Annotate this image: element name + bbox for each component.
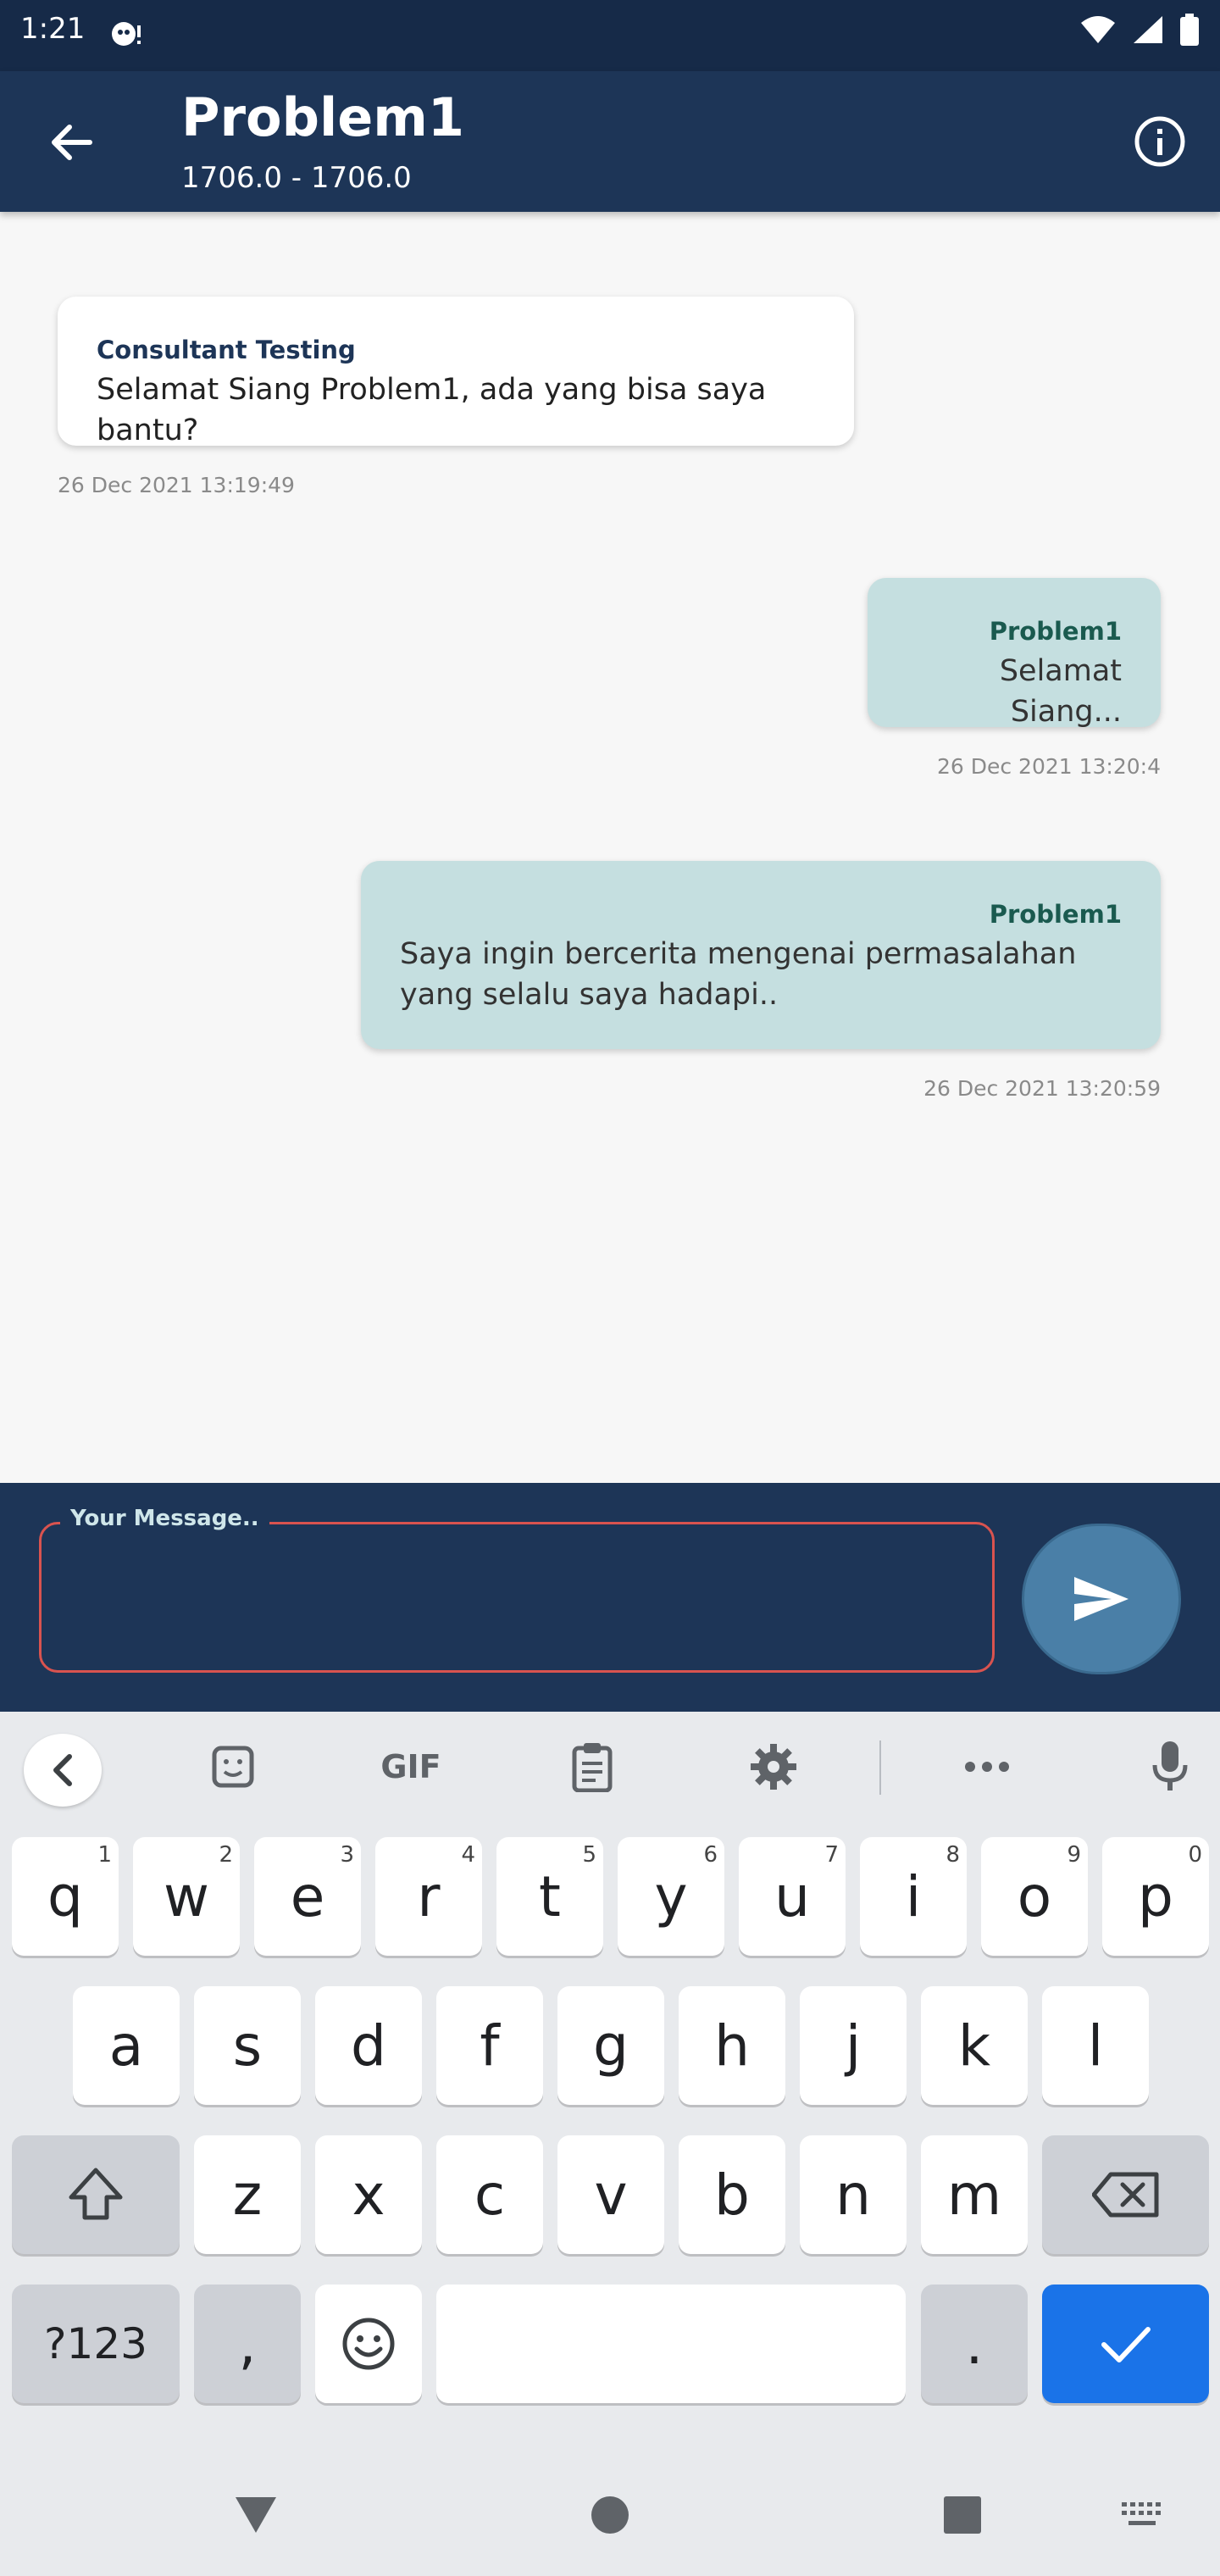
shift-arrow-icon <box>69 2168 123 2220</box>
chat-title: Problem1 <box>181 86 465 148</box>
key-x[interactable]: x <box>315 2135 422 2254</box>
gif-button[interactable]: GIF <box>373 1739 449 1795</box>
message-timestamp: 26 Dec 2021 13:20:59 <box>923 1076 1161 1101</box>
key-y[interactable]: y6 <box>618 1837 724 1956</box>
sticker-icon[interactable] <box>203 1739 263 1795</box>
send-icon <box>1074 1577 1128 1621</box>
symbols-key[interactable]: ?123 <box>12 2285 180 2403</box>
key-e[interactable]: e3 <box>254 1837 361 1956</box>
settings-gear-icon[interactable] <box>744 1739 803 1795</box>
key-j[interactable]: j <box>800 1986 907 2105</box>
nav-recents-square-icon[interactable] <box>935 2488 990 2542</box>
app-bar: Problem1 1706.0 - 1706.0 <box>0 71 1220 212</box>
info-icon[interactable] <box>1134 115 1186 168</box>
key-d[interactable]: d <box>315 1986 422 2105</box>
enter-key[interactable] <box>1042 2285 1209 2403</box>
chat-messages: Consultant Testing Selamat Siang Problem… <box>0 212 1220 1483</box>
nav-back-triangle-icon[interactable] <box>229 2488 283 2542</box>
status-bar: 1:21 <box>0 0 1220 71</box>
outgoing-message-bubble: Problem1 Selamat Siang... <box>868 578 1161 729</box>
battery-icon <box>1179 14 1200 49</box>
nav-home-circle-icon[interactable] <box>583 2488 637 2542</box>
message-timestamp: 26 Dec 2021 13:19:49 <box>58 473 295 497</box>
status-time: 1:21 <box>20 12 86 46</box>
checkmark-icon <box>1101 2327 1151 2362</box>
key-w[interactable]: w2 <box>133 1837 240 1956</box>
key-g[interactable]: g <box>557 1986 664 2105</box>
key-a[interactable]: a <box>73 1986 180 2105</box>
key-k[interactable]: k <box>921 1986 1028 2105</box>
message-field[interactable]: Your Message.. <box>39 1506 995 1673</box>
message-input[interactable] <box>62 1558 968 1643</box>
key-i[interactable]: i8 <box>860 1837 967 1956</box>
toolbar-divider <box>879 1740 881 1795</box>
key-z[interactable]: z <box>194 2135 301 2254</box>
keyboard-toolbar: GIF <box>0 1712 1220 1822</box>
key-h[interactable]: h <box>679 1986 785 2105</box>
microphone-icon[interactable] <box>1140 1739 1200 1795</box>
key-c[interactable]: c <box>436 2135 543 2254</box>
message-sender: Problem1 <box>989 900 1122 929</box>
key-r[interactable]: r4 <box>375 1837 482 1956</box>
backspace-icon <box>1091 2172 1158 2218</box>
notification-icon <box>108 17 146 54</box>
clipboard-icon[interactable] <box>563 1739 622 1795</box>
message-field-label: Your Message.. <box>60 1506 269 1531</box>
key-u[interactable]: u7 <box>739 1837 846 1956</box>
key-f[interactable]: f <box>436 1986 543 2105</box>
key-q[interactable]: q1 <box>12 1837 119 1956</box>
outgoing-message-bubble: Problem1 Saya ingin bercerita mengenai p… <box>361 861 1161 1049</box>
backspace-key[interactable] <box>1042 2135 1209 2254</box>
on-screen-keyboard: GIF q1 w2 e3 r4 t5 y6 u7 i8 o9 p0 a s d … <box>0 1712 1220 2457</box>
key-m[interactable]: m <box>921 2135 1028 2254</box>
wifi-icon <box>1079 14 1117 48</box>
gif-label: GIF <box>380 1748 441 1785</box>
message-timestamp: 26 Dec 2021 13:20:4 <box>936 754 1161 779</box>
message-text: Saya ingin bercerita mengenai permasalah… <box>400 937 1077 1012</box>
system-nav-bar <box>0 2457 1220 2576</box>
emoji-key[interactable] <box>315 2285 422 2403</box>
key-b[interactable]: b <box>679 2135 785 2254</box>
message-sender: Consultant Testing <box>97 336 356 364</box>
key-n[interactable]: n <box>800 2135 907 2254</box>
emoji-smile-icon <box>342 2318 395 2370</box>
key-p[interactable]: p0 <box>1102 1837 1209 1956</box>
shift-key[interactable] <box>12 2135 180 2254</box>
space-key[interactable] <box>436 2285 906 2403</box>
more-options-icon[interactable] <box>957 1739 1017 1795</box>
period-key[interactable]: . <box>921 2285 1028 2403</box>
chevron-left-icon <box>53 1754 72 1786</box>
keyboard-switch-icon[interactable] <box>1113 2488 1173 2542</box>
key-o[interactable]: o9 <box>981 1837 1088 1956</box>
back-arrow-icon[interactable] <box>44 115 98 169</box>
message-text: Selamat Siang Problem1, ada yang bisa sa… <box>97 373 767 447</box>
key-v[interactable]: v <box>557 2135 664 2254</box>
incoming-message-bubble: Consultant Testing Selamat Siang Problem… <box>58 297 854 447</box>
key-s[interactable]: s <box>194 1986 301 2105</box>
key-t[interactable]: t5 <box>496 1837 603 1956</box>
message-sender: Problem1 <box>989 617 1122 646</box>
chat-subtitle: 1706.0 - 1706.0 <box>181 161 412 195</box>
key-l[interactable]: l <box>1042 1986 1149 2105</box>
send-button[interactable] <box>1022 1524 1181 1674</box>
keyboard-collapse-button[interactable] <box>24 1734 102 1807</box>
comma-key[interactable]: , <box>194 2285 301 2403</box>
signal-icon <box>1132 14 1164 48</box>
message-input-bar: Your Message.. <box>0 1483 1220 1712</box>
message-text: Selamat Siang... <box>999 654 1122 729</box>
